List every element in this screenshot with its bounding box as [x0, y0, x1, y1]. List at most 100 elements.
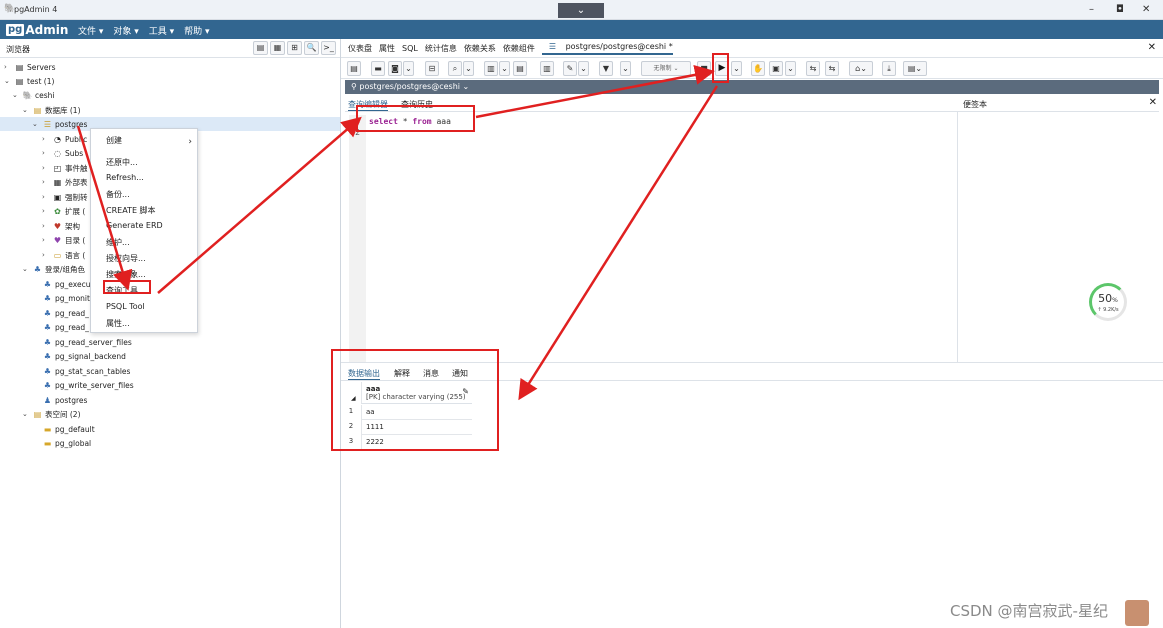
tree-item-login-roles[interactable]: ⌄ ♣ 登录/组角色 [22, 262, 85, 276]
db-object-icon[interactable]: ▤ [253, 41, 268, 55]
tree-item-role[interactable]: ♣ pg_stat_scan_tables [42, 364, 131, 378]
chevron-down-icon[interactable]: ⌄ [22, 410, 32, 418]
menu-help[interactable]: 帮助 ▾ [184, 24, 209, 37]
tree-item-role[interactable]: ♣ pg_write_server_files [42, 378, 134, 392]
tab-dependents[interactable]: 依赖组件 [503, 43, 535, 54]
find-icon[interactable]: ⊟ [425, 61, 439, 76]
chevron-right-icon[interactable]: › [42, 193, 52, 201]
tab-query-editor[interactable]: 查询编辑器 [348, 99, 388, 111]
table-cell[interactable]: 2222 [361, 435, 472, 450]
explain-icon[interactable]: ✋ [751, 61, 765, 76]
edit-dropdown-icon[interactable]: ⌄ [578, 61, 589, 76]
edit-icon[interactable]: ✎ [563, 61, 577, 76]
rollback-icon[interactable]: ⇆ [825, 61, 839, 76]
minimize-button[interactable]: – [1089, 4, 1094, 15]
menu-item-create[interactable]: 创建 [106, 135, 122, 146]
tree-item-foreign-tables[interactable]: › ▦ 外部表 [42, 175, 88, 189]
sql-editor[interactable]: select * from aaa [369, 117, 451, 126]
open-file-icon[interactable]: ▤ [347, 61, 361, 76]
connection-bar[interactable]: ⚲ postgres/postgres@ceshi ⌄ [345, 80, 1159, 94]
menu-item-properties[interactable]: 属性... [106, 318, 130, 329]
filter-icon[interactable]: ▼ [599, 61, 613, 76]
tree-item-servers[interactable]: › ▤ Servers [4, 60, 56, 74]
window-dropdown-chevron[interactable]: ⌄ [558, 3, 604, 18]
psql-terminal-icon[interactable]: >_ [321, 41, 336, 55]
tree-item-role[interactable]: ♣ pg_monit [42, 291, 90, 305]
chevron-right-icon[interactable]: › [42, 236, 52, 244]
menu-tools[interactable]: 工具 ▾ [149, 24, 174, 37]
download-icon[interactable]: ⤓ [882, 61, 896, 76]
copy-dropdown-icon[interactable]: ⌄ [499, 61, 510, 76]
chevron-down-icon[interactable]: ⌄ [22, 106, 32, 114]
chevron-right-icon[interactable]: › [42, 207, 52, 215]
tree-item-extensions[interactable]: › ✿ 扩展 ( [42, 204, 85, 218]
tree-item-role[interactable]: ♣ pg_read_server_files [42, 335, 132, 349]
tree-item-schemas[interactable]: › ♥ 架构 [42, 219, 80, 233]
table-view-icon[interactable]: ▦ [270, 41, 285, 55]
tab-dashboard[interactable]: 仪表盘 [348, 43, 372, 54]
chevron-right-icon[interactable]: › [42, 251, 52, 259]
menu-item-generate-erd[interactable]: Generate ERD [106, 221, 163, 230]
tree-item-languages[interactable]: › ▭ 语言 ( [42, 248, 85, 262]
tree-item-casts[interactable]: › ▣ 强制转 [42, 190, 88, 204]
tab-messages[interactable]: 消息 [423, 368, 439, 379]
chevron-right-icon[interactable]: › [42, 149, 52, 157]
close-scratch-pad-icon[interactable]: ✕ [1149, 97, 1157, 108]
tree-item-subscription[interactable]: › ◌ Subs [42, 146, 83, 160]
menu-item-grant-wizard[interactable]: 授权向导... [106, 253, 146, 264]
clear-icon[interactable]: ⌂⌄ [849, 61, 873, 76]
tree-item-role[interactable]: ♣ pg_read_ [42, 320, 89, 334]
close-window-button[interactable]: ✕ [1142, 4, 1150, 15]
delete-icon[interactable]: ▥ [540, 61, 554, 76]
tree-item-test[interactable]: ⌄ ▤ test (1) [4, 74, 54, 88]
menu-item-psql-tool[interactable]: PSQL Tool [106, 302, 145, 311]
paste-icon[interactable]: ▤ [513, 61, 527, 76]
execute-dropdown-icon[interactable]: ⌄ [731, 61, 742, 76]
tab-properties[interactable]: 属性 [379, 43, 395, 54]
tab-data-output[interactable]: 数据输出 [348, 368, 380, 380]
search-icon[interactable]: ⌕ [448, 61, 462, 76]
chevron-down-icon[interactable]: ⌄ [22, 265, 32, 273]
filter-dropdown-icon[interactable]: ⌄ [620, 61, 631, 76]
tab-statistics[interactable]: 统计信息 [425, 43, 457, 54]
tab-explain[interactable]: 解释 [394, 368, 410, 379]
tree-item-tablespaces[interactable]: ⌄ ▤ 表空间 (2) [22, 407, 81, 421]
menu-item-create-script[interactable]: CREATE 脚本 [106, 205, 156, 216]
menu-item-backup[interactable]: 备份... [106, 189, 130, 200]
menu-object[interactable]: 对象 ▾ [113, 24, 138, 37]
explain-dropdown-icon[interactable]: ⌄ [785, 61, 796, 76]
macros-icon[interactable]: ▤⌄ [903, 61, 927, 76]
row-limit-select[interactable]: 无限制 ⌄ [641, 61, 691, 76]
tree-item-role[interactable]: ♣ pg_signal_backend [42, 349, 126, 363]
tab-notifications[interactable]: 通知 [452, 368, 468, 379]
editor-splitter[interactable] [957, 112, 958, 362]
tab-dependencies[interactable]: 依赖关系 [464, 43, 496, 54]
search-icon[interactable]: 🔍 [304, 41, 319, 55]
commit-icon[interactable]: ⇆ [806, 61, 820, 76]
chevron-right-icon[interactable]: › [42, 178, 52, 186]
copy-icon[interactable]: ▥ [484, 61, 498, 76]
menu-item-query-tool[interactable]: 查询工具 [106, 285, 138, 296]
tree-item-publication[interactable]: › ◔ Public [42, 132, 87, 146]
chevron-down-icon[interactable]: ⌄ [4, 77, 14, 85]
tree-item-pg-global[interactable]: ▬ pg_global [42, 436, 91, 450]
tab-query-history[interactable]: 查询历史 [401, 99, 433, 110]
stop-icon[interactable]: ■ [697, 61, 711, 76]
explain-analyze-icon[interactable]: ▣ [769, 61, 783, 76]
chevron-right-icon[interactable]: › [4, 63, 14, 71]
menu-item-refresh[interactable]: Refresh... [106, 173, 144, 182]
save-icon[interactable]: ◙ [388, 61, 402, 76]
execute-play-icon[interactable]: ▶ [715, 61, 729, 76]
tab-query-tool[interactable]: ☰ postgres/postgres@ceshi * [541, 42, 673, 55]
search-dropdown-icon[interactable]: ⌄ [463, 61, 474, 76]
table-cell[interactable]: 1111 [361, 420, 472, 435]
chevron-right-icon[interactable]: › [42, 135, 52, 143]
tree-item-pg-default[interactable]: ▬ pg_default [42, 422, 95, 436]
filter-icon[interactable]: ⊞ [287, 41, 302, 55]
close-panel-icon[interactable]: ✕ [1148, 42, 1156, 53]
restore-button[interactable]: ◘ [1116, 4, 1124, 15]
save-dropdown-icon[interactable]: ⌄ [403, 61, 414, 76]
menu-item-restore[interactable]: 还原中... [106, 157, 138, 168]
menu-item-maintenance[interactable]: 维护... [106, 237, 130, 248]
chevron-down-icon[interactable]: ⌄ [32, 120, 42, 128]
